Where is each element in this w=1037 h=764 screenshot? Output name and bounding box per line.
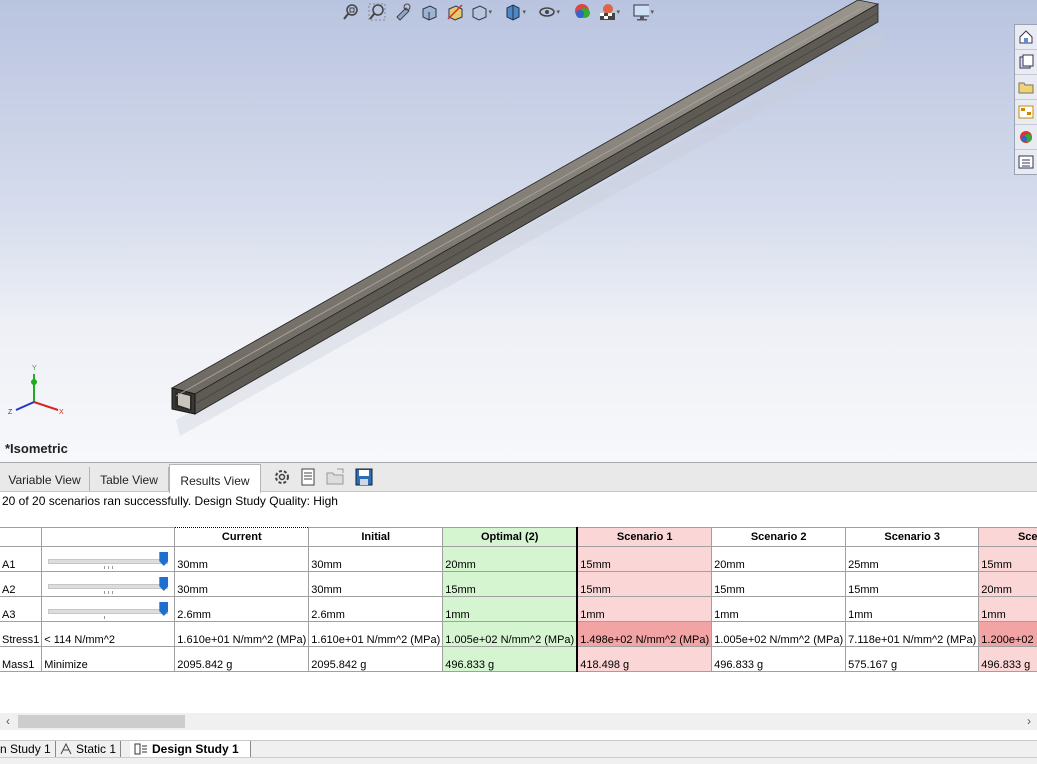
table-row: Stress1 < 114 N/mm^2 1.610e+01 N/mm^2 (M… [0,621,1037,647]
table-cell[interactable]: 418.498 g [576,646,713,672]
table-cell[interactable]: 30mm [174,571,310,597]
table-row: A3 2.6mm 2.6mm 1mm 1mm 1mm 1mm 1mm [0,596,1037,622]
row-header: A1 [0,546,43,572]
table-cell[interactable]: 1.610e+01 N/mm^2 (MPa) [174,621,310,647]
row-header: Mass1 [0,646,43,672]
view-palette-icon[interactable] [1015,100,1037,125]
tab-static-1[interactable]: Static 1 [56,741,122,757]
tab-variable-view[interactable]: Variable View [0,467,90,491]
design-study-tab-bar: Variable View Table View Results View [0,462,1037,493]
table-cell[interactable]: 575.167 g [845,646,980,672]
table-cell[interactable]: 1mm [711,596,847,622]
triad-x-label: X [59,409,64,416]
table-cell[interactable]: 15mm [576,571,713,597]
table-cell[interactable]: 7.118e+01 N/mm^2 (MPa) [845,621,980,647]
view-name-label: *Isometric [5,441,68,456]
table-cell[interactable]: 2.6mm [308,596,444,622]
table-cell[interactable]: 496.833 g [978,646,1037,672]
design-study-icon [134,743,147,755]
appearances-icon[interactable] [1015,125,1037,150]
results-table: Current Initial Optimal (2) Scenario 1 S… [0,527,1037,672]
variable-slider[interactable] [41,596,176,622]
row-header: Stress1 [0,621,43,647]
report-icon[interactable] [298,467,318,487]
table-cell[interactable]: 1mm [442,596,578,622]
table-cell[interactable]: 30mm [308,546,444,572]
table-cell[interactable]: 1mm [576,596,713,622]
table-cell[interactable]: 1mm [978,596,1037,622]
table-cell-violated[interactable]: 1.200e+02 N/mm^2 (MPa) [978,621,1037,647]
column-header-initial[interactable]: Initial [308,527,444,547]
scroll-right-icon[interactable]: › [1021,713,1037,730]
column-header-scenario-3[interactable]: Scenario 3 [845,527,980,547]
table-cell[interactable]: 15mm [711,571,847,597]
tab-results-view[interactable]: Results View [169,464,261,493]
home-icon[interactable] [1015,25,1037,50]
table-cell[interactable]: 15mm [576,546,713,572]
tube-model[interactable] [0,0,1037,462]
table-cell[interactable]: 496.833 g [442,646,578,672]
table-cell[interactable]: 15mm [442,571,578,597]
triad-y-label: Y [32,365,37,372]
table-cell[interactable]: 25mm [845,546,980,572]
table-row: A1 30mm 30mm 20mm 15mm 20mm 25mm 15mm [0,546,1037,572]
custom-properties-icon[interactable] [1015,150,1037,174]
tab-label: Design Study 1 [152,741,239,756]
tab-label: Static 1 [76,741,117,756]
table-cell[interactable]: 30mm [174,546,310,572]
table-cell-violated[interactable]: 1.498e+02 N/mm^2 (MPa) [576,621,713,647]
tab-label: n Study 1 [0,741,51,756]
scroll-left-icon[interactable]: ‹ [0,713,16,730]
table-cell[interactable]: 2095.842 g [174,646,310,672]
settings-gear-icon[interactable] [272,467,292,487]
column-header-scenario-4[interactable]: Scenario 4 [978,527,1037,547]
table-cell[interactable]: 15mm [978,546,1037,572]
table-cell[interactable]: 2095.842 g [308,646,444,672]
reference-triad: Y X Z [8,365,64,416]
status-message: 20 of 20 scenarios ran successfully. Des… [2,494,338,508]
table-cell[interactable]: 20mm [442,546,578,572]
table-cell[interactable]: 1mm [845,596,980,622]
scrollbar-thumb[interactable] [18,715,185,728]
tab-design-study-1[interactable]: Design Study 1 [130,741,251,757]
table-cell[interactable]: 496.833 g [711,646,847,672]
horizontal-scrollbar[interactable]: ‹ › [0,713,1037,730]
study-tabs: n Study 1 Static 1 Design Study 1 [0,740,1037,758]
table-row: A2 30mm 30mm 15mm 15mm 15mm 15mm 20mm [0,571,1037,597]
parts-library-icon[interactable] [1015,50,1037,75]
table-cell[interactable]: 20mm [711,546,847,572]
column-header-scenario-1[interactable]: Scenario 1 [576,527,713,547]
save-icon[interactable] [354,467,374,487]
table-cell[interactable]: 1.005e+02 N/mm^2 (MPa) [711,621,847,647]
table-row: Mass1 Minimize 2095.842 g 2095.842 g 496… [0,646,1037,672]
file-explorer-icon[interactable] [1015,75,1037,100]
static-study-icon [60,743,72,755]
variable-slider[interactable] [41,546,176,572]
triad-z-label: Z [8,409,13,416]
table-cell[interactable]: 20mm [978,571,1037,597]
table-cell[interactable]: 1.005e+02 N/mm^2 (MPa) [442,621,578,647]
table-cell[interactable]: 1.610e+01 N/mm^2 (MPa) [308,621,444,647]
open-folder-icon[interactable] [325,467,347,487]
table-cell[interactable]: 30mm [308,571,444,597]
column-header-current[interactable]: Current [174,527,310,547]
header-row: Current Initial Optimal (2) Scenario 1 S… [0,527,1037,547]
graphics-area[interactable]: ▾ ▾ ▾ ▾ ▾ Y X Z *Isometric [0,0,1037,462]
row-header: A2 [0,571,43,597]
goal-cell[interactable]: Minimize [41,646,176,672]
column-header-optimal[interactable]: Optimal (2) [442,527,578,547]
row-header: A3 [0,596,43,622]
column-header-scenario-2[interactable]: Scenario 2 [711,527,847,547]
results-grid: Current Initial Optimal (2) Scenario 1 S… [0,527,1037,712]
table-cell[interactable]: 2.6mm [174,596,310,622]
task-pane-tabs [1014,24,1037,175]
constraint-cell[interactable]: < 114 N/mm^2 [41,621,176,647]
tab-table-view[interactable]: Table View [90,467,169,491]
tab-study-1[interactable]: n Study 1 [0,741,56,757]
table-cell[interactable]: 15mm [845,571,980,597]
variable-slider[interactable] [41,571,176,597]
